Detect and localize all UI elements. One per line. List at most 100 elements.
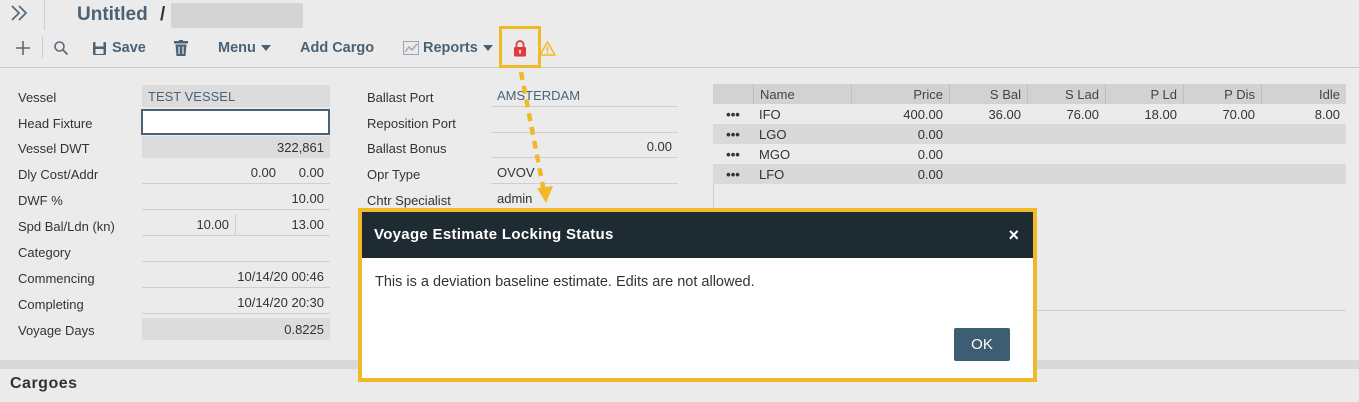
dwf-field[interactable]: 10.00 xyxy=(142,188,330,210)
table-row[interactable]: ••• IFO 400.00 36.00 76.00 18.00 70.00 8… xyxy=(713,104,1346,124)
addr-field[interactable]: 0.00 xyxy=(282,162,330,184)
commencing-label: Commencing xyxy=(18,271,95,286)
price-cell[interactable]: 400.00 xyxy=(851,104,949,124)
name-cell[interactable]: LFO xyxy=(753,164,851,184)
column-header[interactable]: Price xyxy=(851,84,949,104)
spd-bal-field[interactable]: 10.00 xyxy=(142,214,236,236)
table-row[interactable]: ••• MGO 0.00 xyxy=(713,144,1346,164)
row-menu-icon[interactable]: ••• xyxy=(713,124,753,144)
p-dis-cell[interactable] xyxy=(1183,124,1261,144)
completing-label: Completing xyxy=(18,297,84,312)
s-bal-cell[interactable] xyxy=(949,144,1027,164)
completing-field[interactable]: 10/14/20 20:30 xyxy=(142,292,330,314)
idle-cell[interactable] xyxy=(1261,144,1346,164)
price-cell[interactable]: 0.00 xyxy=(851,164,949,184)
delete-button[interactable] xyxy=(174,36,188,60)
opr-type-field[interactable]: OVOV xyxy=(491,162,678,184)
reposition-port-label: Reposition Port xyxy=(367,116,456,131)
s-lad-cell[interactable] xyxy=(1027,164,1105,184)
page-title: Untitled xyxy=(77,4,148,25)
divider xyxy=(42,36,43,58)
head-fixture-field[interactable] xyxy=(141,109,330,135)
ballast-bonus-field[interactable]: 0.00 xyxy=(491,136,678,158)
p-dis-cell[interactable]: 70.00 xyxy=(1183,104,1261,124)
header-bar: Untitled / Save Menu Add Cargo Reports xyxy=(0,0,1359,68)
table-row[interactable]: ••• LGO 0.00 xyxy=(713,124,1346,144)
idle-cell[interactable] xyxy=(1261,164,1346,184)
p-ld-cell[interactable] xyxy=(1105,124,1183,144)
bunker-table: Name Price S Bal S Lad P Ld P Dis Idle •… xyxy=(713,84,1346,184)
p-ld-cell[interactable] xyxy=(1105,164,1183,184)
column-header[interactable]: S Lad xyxy=(1027,84,1105,104)
column-header[interactable]: P Ld xyxy=(1105,84,1183,104)
reports-dropdown[interactable]: Reports xyxy=(403,36,493,60)
dly-cost-field[interactable]: 0.00 xyxy=(142,162,282,184)
lock-highlight-frame xyxy=(499,26,541,68)
reports-label: Reports xyxy=(423,40,478,56)
spd-ldn-field[interactable]: 13.00 xyxy=(236,214,330,236)
cargoes-section-title: Cargoes xyxy=(10,375,78,392)
category-field[interactable] xyxy=(142,240,330,262)
ok-button[interactable]: OK xyxy=(954,328,1010,361)
p-ld-cell[interactable]: 18.00 xyxy=(1105,104,1183,124)
close-icon[interactable]: × xyxy=(1008,225,1019,246)
vessel-dwt-field[interactable]: 322,861 xyxy=(142,136,330,158)
p-dis-cell[interactable] xyxy=(1183,144,1261,164)
p-dis-cell[interactable] xyxy=(1183,164,1261,184)
dialog-header: Voyage Estimate Locking Status × xyxy=(362,212,1033,258)
price-cell[interactable]: 0.00 xyxy=(851,124,949,144)
reposition-port-field[interactable] xyxy=(491,111,678,133)
divider xyxy=(713,184,714,210)
locking-status-dialog: Voyage Estimate Locking Status × This is… xyxy=(358,208,1037,382)
name-cell[interactable]: IFO xyxy=(753,104,851,124)
row-menu-icon[interactable]: ••• xyxy=(713,144,753,164)
column-header[interactable]: Name xyxy=(753,84,851,104)
save-button[interactable]: Save xyxy=(92,36,146,60)
s-lad-cell[interactable] xyxy=(1027,124,1105,144)
voyage-days-field[interactable]: 0.8225 xyxy=(142,318,330,340)
vessel-label: Vessel xyxy=(18,90,57,105)
s-lad-cell[interactable]: 76.00 xyxy=(1027,104,1105,124)
name-cell[interactable]: LGO xyxy=(753,124,851,144)
chtr-specialist-field[interactable]: admin xyxy=(491,188,678,210)
table-row[interactable]: ••• LFO 0.00 xyxy=(713,164,1346,184)
price-cell[interactable]: 0.00 xyxy=(851,144,949,164)
row-menu-icon[interactable]: ••• xyxy=(713,104,753,124)
save-icon xyxy=(92,41,107,56)
s-bal-cell[interactable] xyxy=(949,164,1027,184)
add-button[interactable] xyxy=(14,36,32,60)
table-header: Name Price S Bal S Lad P Ld P Dis Idle xyxy=(713,84,1346,104)
menu-dropdown[interactable]: Menu xyxy=(218,36,271,60)
column-header[interactable]: P Dis xyxy=(1183,84,1261,104)
search-icon xyxy=(53,40,69,56)
column-header[interactable]: Idle xyxy=(1261,84,1346,104)
title-separator: / xyxy=(160,4,166,25)
vessel-field[interactable]: TEST VESSEL xyxy=(142,85,330,107)
row-menu-icon[interactable]: ••• xyxy=(713,164,753,184)
ballast-port-field[interactable]: AMSTERDAM xyxy=(491,85,678,107)
s-bal-cell[interactable]: 36.00 xyxy=(949,104,1027,124)
chart-icon xyxy=(403,41,419,55)
opr-type-label: Opr Type xyxy=(367,167,421,182)
chevron-down-icon xyxy=(260,45,271,51)
s-lad-cell[interactable] xyxy=(1027,144,1105,164)
idle-cell[interactable] xyxy=(1261,124,1346,144)
name-cell[interactable]: MGO xyxy=(753,144,851,164)
warning-indicator[interactable] xyxy=(539,36,556,60)
idle-cell[interactable]: 8.00 xyxy=(1261,104,1346,124)
commencing-field[interactable]: 10/14/20 00:46 xyxy=(142,266,330,288)
divider xyxy=(44,0,45,30)
head-fixture-label: Head Fixture xyxy=(18,116,93,131)
column-header[interactable]: S Bal xyxy=(949,84,1027,104)
search-button[interactable] xyxy=(53,36,69,60)
save-label: Save xyxy=(112,40,146,56)
add-icon xyxy=(14,39,32,57)
ballast-bonus-label: Ballast Bonus xyxy=(367,141,447,156)
spd-label: Spd Bal/Ldn (kn) xyxy=(18,219,115,234)
category-label: Category xyxy=(18,245,71,260)
dialog-title: Voyage Estimate Locking Status xyxy=(374,226,614,243)
add-cargo-button[interactable]: Add Cargo xyxy=(300,36,374,60)
expand-icon[interactable] xyxy=(10,3,30,29)
p-ld-cell[interactable] xyxy=(1105,144,1183,164)
s-bal-cell[interactable] xyxy=(949,124,1027,144)
